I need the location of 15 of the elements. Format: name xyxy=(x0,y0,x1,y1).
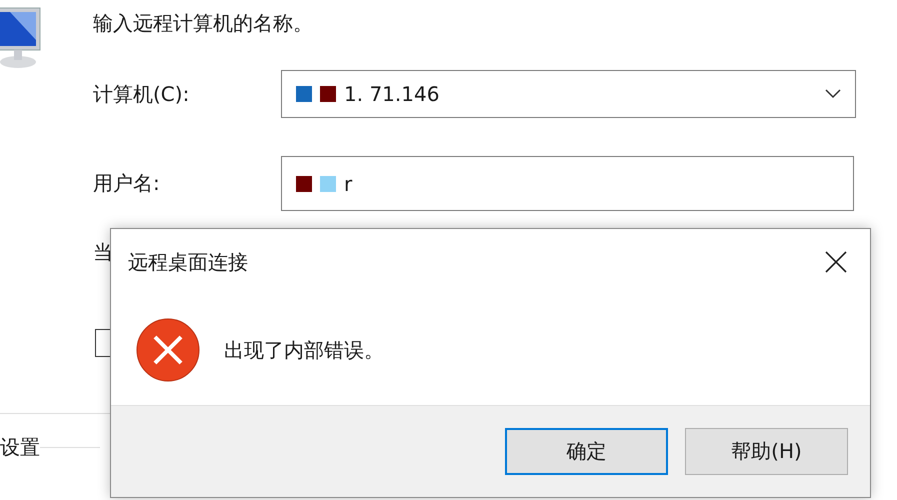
error-message: 出现了内部错误。 xyxy=(224,336,384,364)
chevron-down-icon xyxy=(825,89,841,99)
partial-text: 当 xyxy=(93,239,113,266)
section-title: 设置 xyxy=(0,434,40,461)
error-icon xyxy=(136,318,200,382)
dialog-button[interactable]: 确定 xyxy=(505,428,668,475)
dialog-button[interactable]: 帮助(H) xyxy=(685,428,848,475)
computer-combobox[interactable]: 1. 71.146 xyxy=(281,70,856,118)
username-field[interactable]: r xyxy=(281,156,854,211)
checkbox[interactable] xyxy=(95,329,110,357)
close-icon xyxy=(825,251,847,273)
computer-label: 计算机(C): xyxy=(93,80,190,108)
username-label: 用户名: xyxy=(93,170,161,197)
dialog-title: 远程桌面连接 xyxy=(128,248,249,276)
instruction-text: 输入远程计算机的名称。 xyxy=(93,10,313,37)
